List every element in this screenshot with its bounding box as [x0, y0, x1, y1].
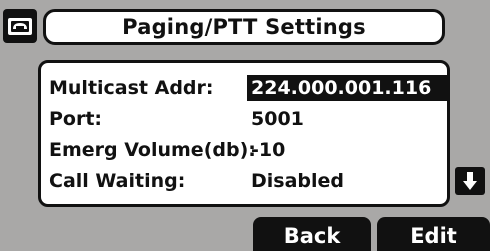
page-title: Paging/PTT Settings: [122, 15, 366, 39]
phone-screen: Paging/PTT Settings Multicast Addr: 224.…: [0, 0, 490, 251]
setting-label: Port:: [49, 108, 103, 130]
settings-list: Multicast Addr: 224.000.001.116 Port: 50…: [38, 60, 450, 207]
title-bar: Paging/PTT Settings: [43, 9, 445, 45]
setting-value: 224.000.001.116: [247, 75, 449, 101]
setting-value: -10: [251, 139, 286, 161]
back-button[interactable]: Back: [253, 217, 371, 251]
setting-label: Emerg Volume(db):: [49, 139, 256, 161]
setting-row-emerg-volume[interactable]: Emerg Volume(db): -10: [49, 137, 449, 163]
setting-row-multicast-addr[interactable]: Multicast Addr: 224.000.001.116: [49, 75, 449, 101]
setting-row-port[interactable]: Port: 5001: [49, 106, 449, 132]
setting-label: Multicast Addr:: [49, 77, 214, 99]
setting-value: 5001: [251, 108, 304, 130]
edit-button[interactable]: Edit: [377, 217, 490, 251]
arrow-down-icon[interactable]: [455, 167, 485, 195]
setting-label: Call Waiting:: [49, 170, 186, 192]
setting-row-call-waiting[interactable]: Call Waiting: Disabled: [49, 168, 449, 194]
phone-handset-icon: [3, 9, 37, 43]
setting-value: Disabled: [251, 170, 345, 192]
